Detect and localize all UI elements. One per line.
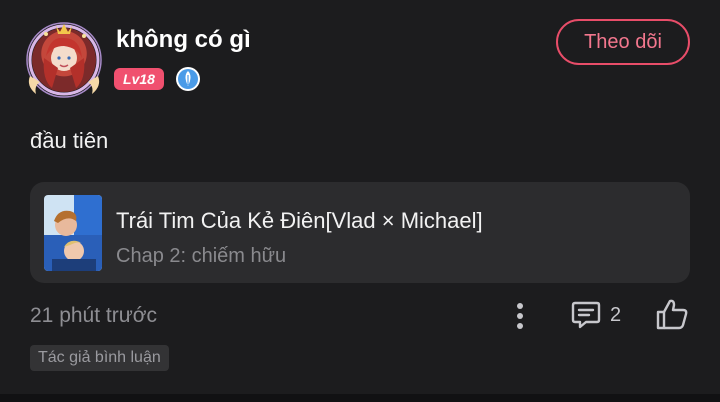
follow-button[interactable]: Theo dõi xyxy=(556,19,690,65)
book-title: Trái Tim Của Kẻ Điên[Vlad × Michael] xyxy=(116,208,483,233)
author-comment-tag: Tác giả bình luận xyxy=(30,345,169,371)
comment-bubble-icon xyxy=(571,301,601,329)
book-chapter: Chap 2: chiếm hữu xyxy=(116,245,287,267)
book-cover-image xyxy=(44,195,102,271)
reply-button[interactable]: 2 xyxy=(570,298,621,332)
comment-timestamp: 21 phút trước xyxy=(30,304,158,327)
reply-count: 2 xyxy=(610,303,622,326)
thumbs-up-icon xyxy=(656,299,688,330)
divider xyxy=(0,394,720,402)
level-badge: Lv18 xyxy=(114,68,164,90)
more-options-button[interactable] xyxy=(506,299,534,333)
more-vertical-icon xyxy=(517,303,523,329)
comment-text: đầu tiên xyxy=(30,128,109,153)
like-button[interactable] xyxy=(654,297,690,333)
avatar-frame-icon xyxy=(26,22,102,98)
feather-badge-icon xyxy=(176,67,200,91)
user-avatar[interactable] xyxy=(24,20,104,100)
username[interactable]: không có gì xyxy=(116,26,251,54)
book-card[interactable]: Trái Tim Của Kẻ Điên[Vlad × Michael] Cha… xyxy=(30,182,690,283)
